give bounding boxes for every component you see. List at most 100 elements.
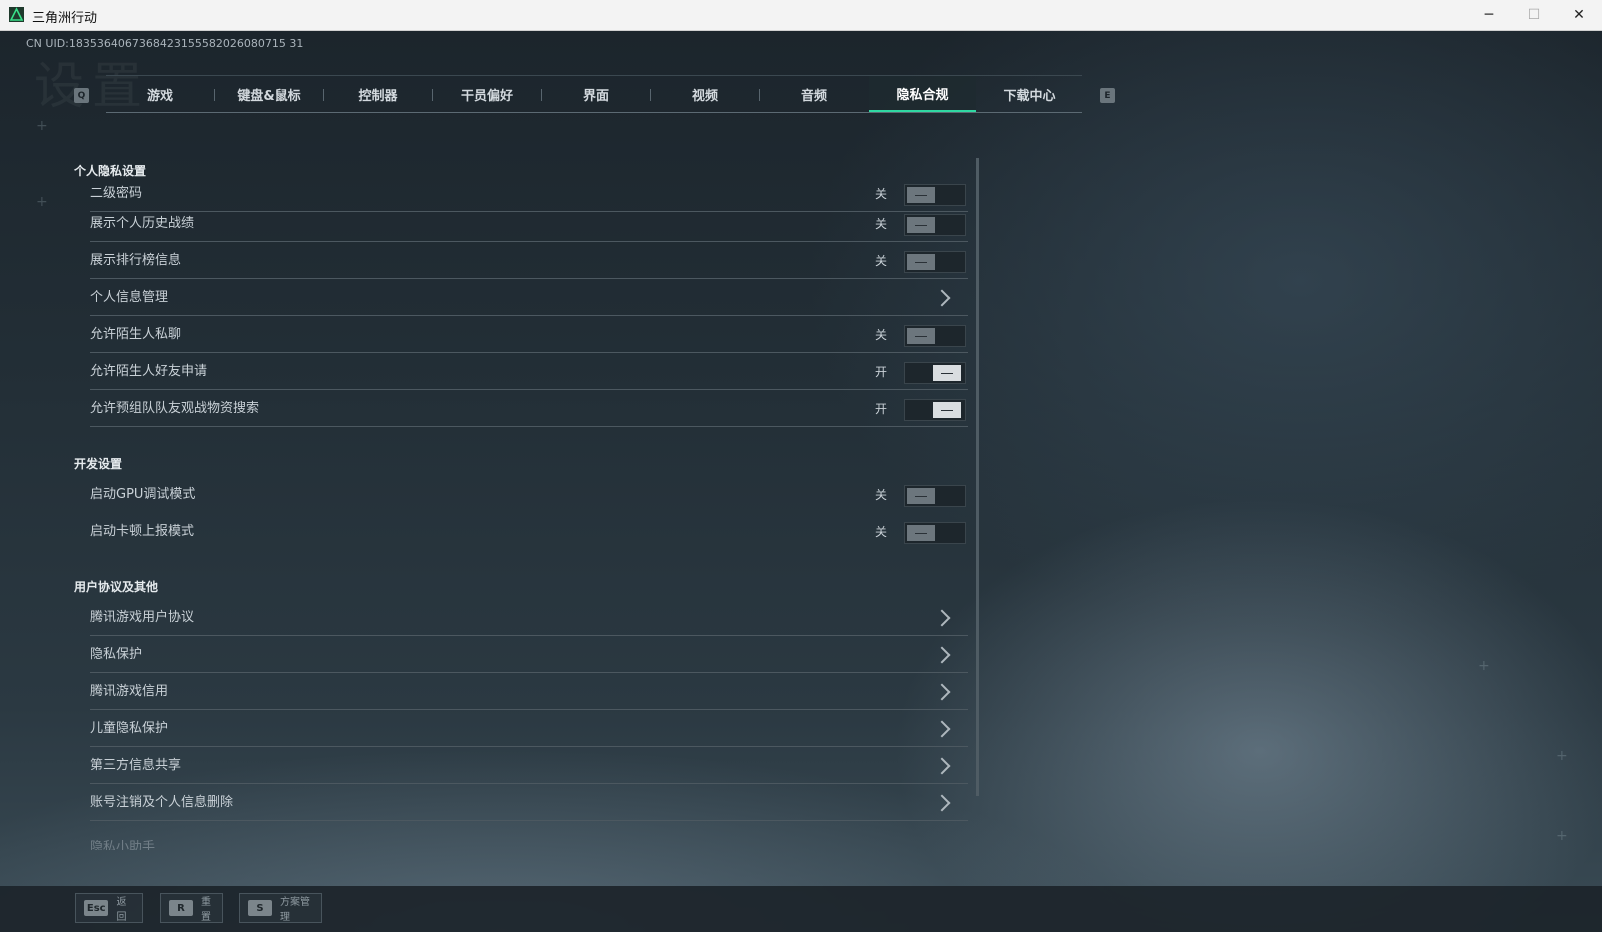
toggle-knob: [907, 525, 935, 541]
row-divider: [90, 352, 968, 353]
toggle-knob: [907, 488, 935, 504]
chevron-right-icon: [933, 646, 951, 664]
toggle-switch[interactable]: [904, 362, 966, 384]
link-label: 隐私保护: [90, 647, 143, 662]
toggle-knob: [907, 217, 935, 233]
row-divider: [90, 783, 968, 784]
section-title-dev-settings: 开发设置: [74, 457, 123, 471]
chevron-right-icon: [933, 757, 951, 775]
toggle-switch[interactable]: [904, 184, 966, 206]
link-row-child-privacy[interactable]: 儿童隐私保护: [90, 711, 968, 747]
toggle-knob: [907, 187, 935, 203]
toggle-switch[interactable]: [904, 325, 966, 347]
toggle-switch[interactable]: [904, 485, 966, 507]
link-row-privacy-protection[interactable]: 隐私保护: [90, 637, 968, 673]
link-label: 腾讯游戏用户协议: [90, 610, 195, 625]
chevron-right-icon: [933, 289, 951, 307]
toggle-state-text: 开: [875, 402, 888, 416]
toggle-knob: [933, 402, 961, 418]
toggle-knob: [907, 328, 935, 344]
toggle-switch[interactable]: [904, 251, 966, 273]
setting-row-team-spectate-search[interactable]: 允许预组队队友观战物资搜索 开: [90, 391, 968, 427]
tab-video[interactable]: 视频: [651, 76, 759, 112]
setting-row-personal-info-management[interactable]: 个人信息管理: [90, 280, 968, 316]
link-row-user-agreement[interactable]: 腾讯游戏用户协议: [90, 600, 968, 636]
tab-privacy-compliance[interactable]: 隐私合规: [869, 76, 976, 112]
esc-key-hint: Esc: [84, 900, 109, 916]
setting-row-stranger-friend-request[interactable]: 允许陌生人好友申请 开: [90, 354, 968, 390]
link-label: 隐私小助手: [90, 840, 156, 850]
setting-label: 允许陌生人好友申请: [90, 364, 208, 379]
toggle-state-text: 关: [875, 254, 888, 268]
setting-label: 展示个人历史战绩: [90, 216, 195, 231]
grid-cross-icon: +: [1478, 658, 1490, 674]
grid-cross-icon: +: [36, 118, 48, 134]
prev-tab-key-hint[interactable]: Q: [74, 88, 89, 103]
toggle-state-text: 关: [875, 328, 888, 342]
row-divider: [90, 672, 968, 673]
tab-interface[interactable]: 界面: [542, 76, 650, 112]
toggle-switch[interactable]: [904, 522, 966, 544]
row-divider: [90, 241, 968, 242]
back-button[interactable]: Esc 返回: [75, 893, 143, 923]
scheme-management-label: 方案管理: [280, 897, 310, 923]
window-title-bar: 三角洲行动 ─ ☐ ✕: [0, 0, 1602, 31]
minimize-button[interactable]: ─: [1466, 0, 1512, 30]
tabs-bottom-divider: [106, 112, 1082, 113]
link-row-third-party-sharing[interactable]: 第三方信息共享: [90, 748, 968, 784]
setting-label: 启动卡顿上报模式: [90, 524, 195, 539]
tab-audio[interactable]: 音频: [760, 76, 868, 112]
app-logo-icon: [9, 7, 24, 22]
row-divider: [90, 820, 968, 821]
row-divider: [90, 389, 968, 390]
link-row-privacy-assistant[interactable]: 隐私小助手: [90, 836, 968, 850]
setting-row-stutter-report[interactable]: 启动卡顿上报模式 关: [90, 514, 968, 550]
tab-keyboard-mouse[interactable]: 键盘&鼠标: [215, 76, 323, 112]
toggle-knob: [907, 254, 935, 270]
s-key-hint: S: [248, 900, 272, 916]
setting-row-stranger-chat[interactable]: 允许陌生人私聊 关: [90, 317, 968, 353]
maximize-button[interactable]: ☐: [1511, 0, 1557, 30]
row-divider: [90, 709, 968, 710]
row-divider: [90, 426, 968, 427]
toggle-switch[interactable]: [904, 214, 966, 236]
toggle-switch[interactable]: [904, 399, 966, 421]
setting-label: 允许陌生人私聊: [90, 327, 182, 342]
close-button[interactable]: ✕: [1556, 0, 1602, 30]
next-tab-key-hint[interactable]: E: [1100, 88, 1115, 103]
row-divider: [90, 746, 968, 747]
link-label: 儿童隐私保护: [90, 721, 169, 736]
toggle-knob: [933, 365, 961, 381]
toggle-state-text: 开: [875, 365, 888, 379]
settings-scrollbar[interactable]: [976, 158, 979, 796]
toggle-state-text: 关: [875, 488, 888, 502]
reset-label: 重置: [201, 897, 211, 923]
tab-operator-preference[interactable]: 干员偏好: [433, 76, 541, 112]
grid-cross-icon: +: [36, 194, 48, 210]
user-uid: CN UID:1835364067368423155582026080715 3…: [26, 37, 304, 50]
tab-game[interactable]: 游戏: [106, 76, 214, 112]
tab-controller[interactable]: 控制器: [324, 76, 432, 112]
chevron-right-icon: [933, 794, 951, 812]
setting-row-gpu-debug[interactable]: 启动GPU调试模式 关: [90, 477, 968, 513]
setting-row-show-leaderboard[interactable]: 展示排行榜信息 关: [90, 243, 968, 279]
chevron-right-icon: [933, 720, 951, 738]
link-row-account-deletion[interactable]: 账号注销及个人信息删除: [90, 785, 968, 821]
section-title-agreements: 用户协议及其他: [74, 580, 159, 594]
window-title: 三角洲行动: [32, 11, 98, 26]
setting-label: 展示排行榜信息: [90, 253, 182, 268]
tab-download-center[interactable]: 下载中心: [977, 76, 1082, 112]
setting-row-show-history[interactable]: 展示个人历史战绩 关: [90, 206, 968, 242]
grid-cross-icon: +: [1556, 828, 1568, 844]
link-label: 账号注销及个人信息删除: [90, 795, 234, 810]
setting-label: 允许预组队队友观战物资搜索: [90, 401, 260, 416]
toggle-state-text: 关: [875, 525, 888, 539]
reset-button[interactable]: R 重置: [160, 893, 223, 923]
toggle-state-text: 关: [875, 217, 888, 231]
scheme-management-button[interactable]: S 方案管理: [239, 893, 322, 923]
setting-label: 个人信息管理: [90, 290, 169, 305]
chevron-right-icon: [933, 609, 951, 627]
back-label: 返回: [116, 897, 127, 923]
row-divider: [90, 278, 968, 279]
link-row-game-credit[interactable]: 腾讯游戏信用: [90, 674, 968, 710]
